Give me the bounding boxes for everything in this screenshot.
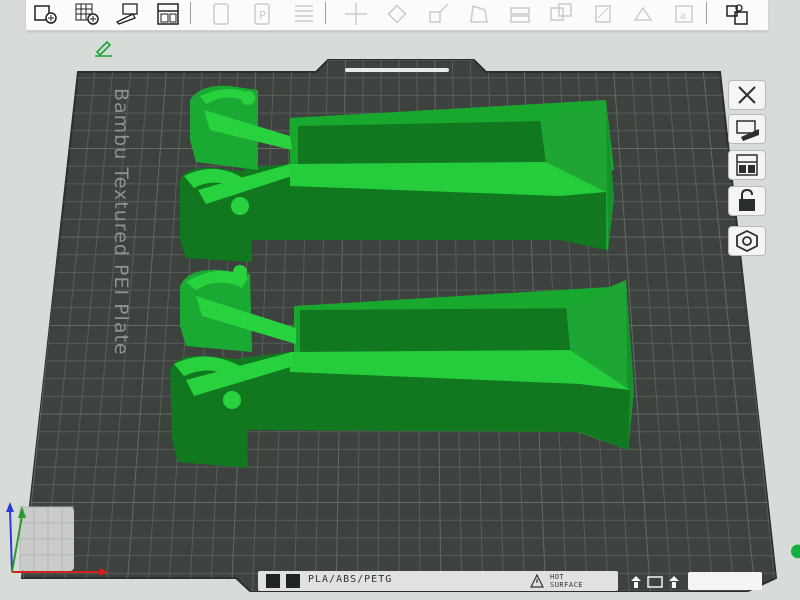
- lock-plate-icon: [739, 188, 755, 211]
- side-auto-orient-button[interactable]: [728, 114, 766, 144]
- close-icon: [738, 86, 756, 104]
- plate-settings-icon: [736, 229, 758, 253]
- warning-icon: [530, 574, 544, 588]
- hot-surface-label: HOT SURFACE: [550, 573, 583, 589]
- auto-orient-plate-icon: [736, 120, 759, 141]
- plate-grid-icon: [266, 574, 280, 588]
- side-settings-button[interactable]: [728, 226, 766, 256]
- side-lock-button[interactable]: [728, 186, 766, 216]
- hot-line: HOT: [550, 573, 565, 581]
- surface-line: SURFACE: [550, 581, 584, 589]
- edge-indicator-icon: ●: [790, 540, 800, 561]
- side-arrange-button[interactable]: [728, 150, 766, 180]
- plate-logo-icon: [286, 574, 300, 588]
- plate-controls[interactable]: [630, 574, 686, 590]
- plate-type-label: Bambu Textured PEI Plate: [110, 88, 132, 356]
- plate-corner-tab: [688, 572, 762, 590]
- plate-footer: PLA/ABS/PETG HOT SURFACE: [258, 571, 618, 591]
- plate-frame-icon: [647, 576, 663, 588]
- arrow-up-alt-icon: [669, 576, 679, 588]
- z-axis: [9, 507, 13, 573]
- plate-material: PLA/ABS/PETG: [308, 574, 393, 585]
- arrange-plate-icon: [736, 154, 758, 176]
- side-close-button[interactable]: [728, 80, 766, 110]
- arrow-up-icon: [631, 576, 641, 588]
- plate-handle: [345, 68, 449, 72]
- model-hook-1[interactable]: [180, 85, 614, 262]
